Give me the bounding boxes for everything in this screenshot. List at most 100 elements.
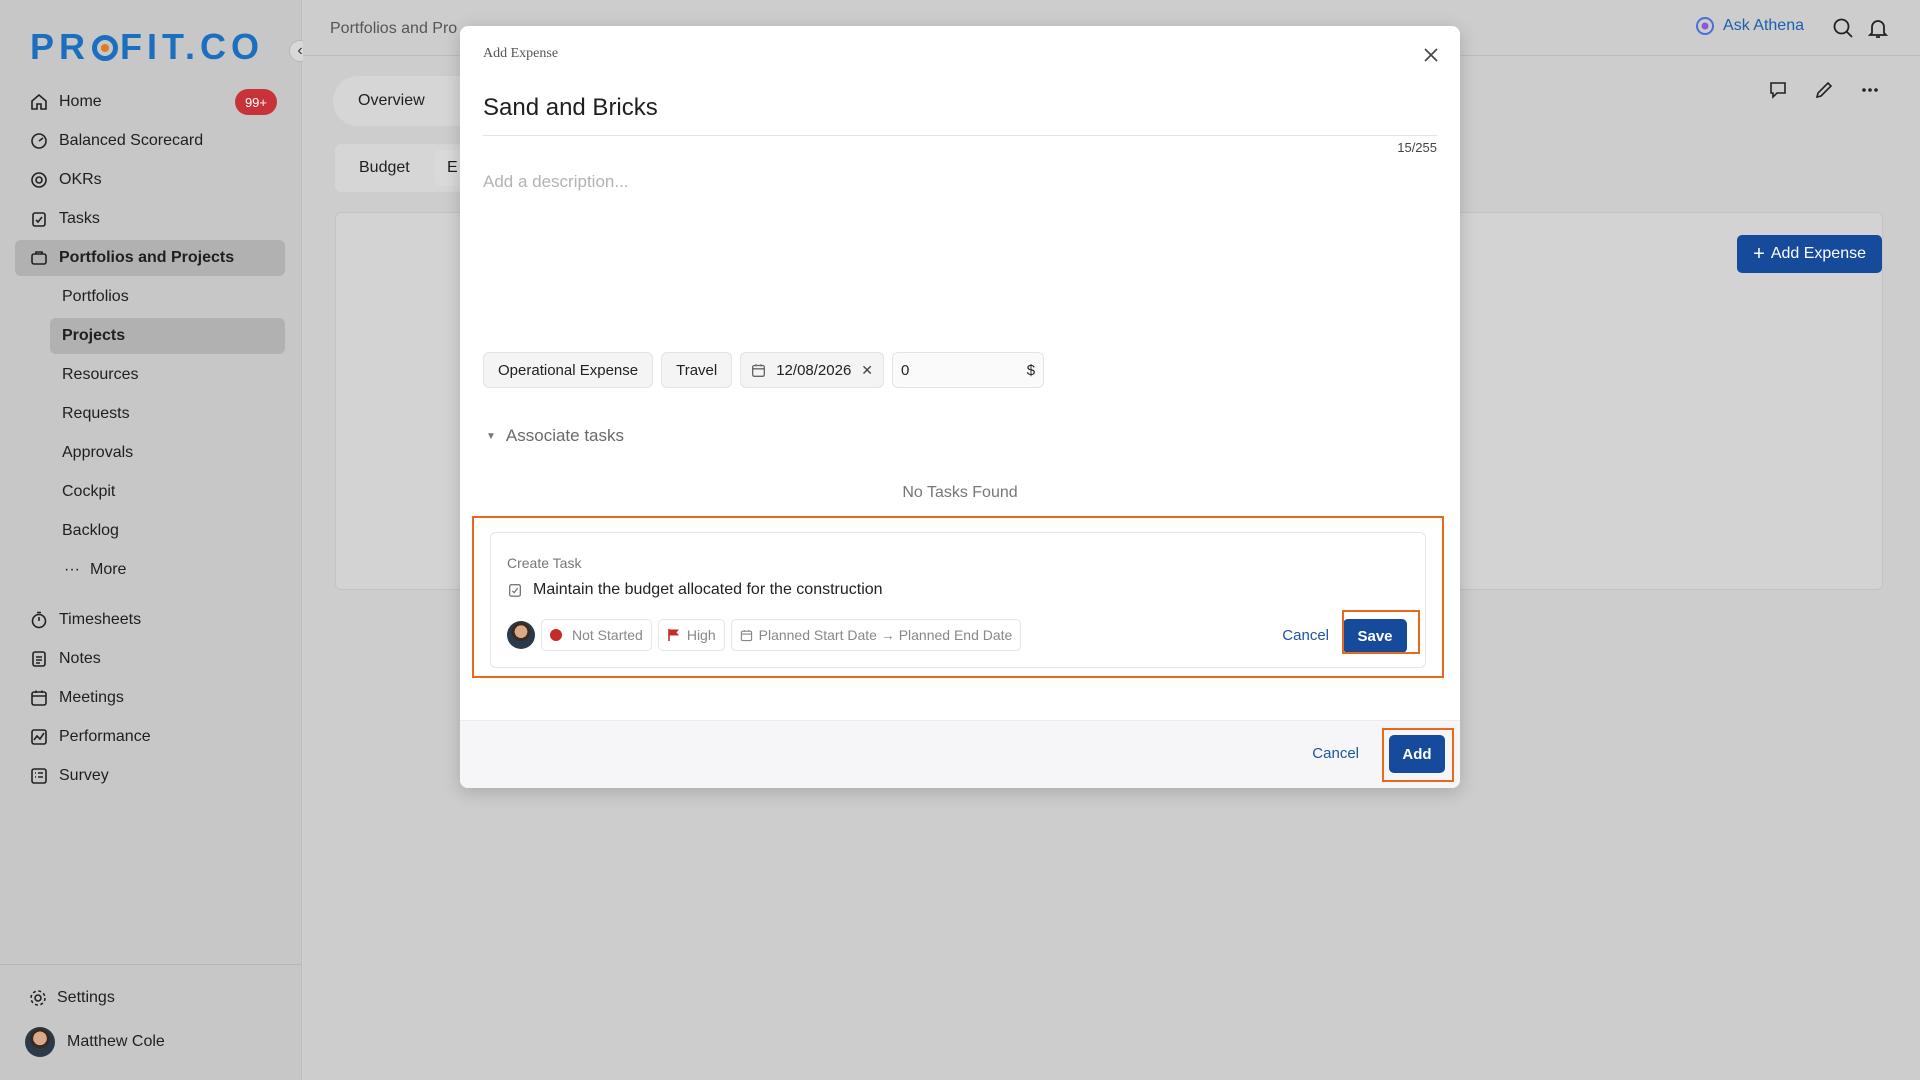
avatar [25, 1027, 55, 1057]
sidebar-item-label: More [90, 561, 127, 578]
sidebar-item-label: Portfolios [62, 288, 129, 305]
pencil-icon[interactable] [1814, 80, 1834, 100]
ask-athena-button[interactable]: Ask Athena [1695, 16, 1804, 36]
sidebar-item-portfolios-and-projects[interactable]: Portfolios and Projects [15, 240, 285, 276]
modal-footer: Cancel Add [460, 720, 1460, 788]
category-select[interactable]: Operational Expense [483, 352, 654, 388]
search-icon[interactable] [1832, 17, 1854, 39]
sidebar-subitem-more[interactable]: ··· More [50, 552, 285, 588]
chevron-left-icon: ‹ [297, 42, 303, 59]
sidebar-subitem-requests[interactable]: Requests [50, 396, 285, 432]
survey-icon [29, 766, 49, 786]
dates-label: Planned Start Date → Planned End Date [758, 627, 1013, 643]
chip-label: 12/08/2026 [776, 361, 852, 379]
plus-icon: + [1753, 242, 1765, 265]
app-logo[interactable]: PR FIT.CO [30, 26, 264, 68]
associate-tasks-toggle[interactable]: ▼ Associate tasks [486, 426, 624, 446]
breadcrumb[interactable]: Portfolios and Pro [330, 20, 457, 38]
section-label: Associate tasks [505, 426, 625, 445]
task-cancel-button[interactable]: Cancel [1282, 627, 1329, 644]
notification-badge: 99+ [234, 89, 277, 115]
gear-icon [29, 989, 47, 1007]
amount-value: 0 [901, 361, 910, 379]
amount-input[interactable]: 0 $ [892, 352, 1045, 388]
sidebar-subitem-portfolios[interactable]: Portfolios [50, 279, 285, 315]
clipboard-check-icon [29, 209, 49, 229]
nav-separator [15, 591, 285, 602]
modal-title: Add Expense [483, 46, 559, 61]
sidebar-item-label: Meetings [59, 689, 124, 706]
comment-icon[interactable] [1768, 80, 1788, 100]
sidebar-item-timesheets[interactable]: Timesheets [15, 602, 285, 638]
page-actions [1768, 80, 1880, 100]
sidebar-item-tasks[interactable]: Tasks [15, 201, 285, 237]
assignee-avatar[interactable] [507, 621, 535, 649]
sidebar-subitem-projects[interactable]: Projects [50, 318, 285, 354]
sidebar-subitem-backlog[interactable]: Backlog [50, 513, 285, 549]
priority-select[interactable]: High [657, 619, 725, 651]
currency-symbol: $ [1026, 361, 1036, 379]
chip-label: Operational Expense [498, 361, 639, 379]
task-checkbox-icon [507, 582, 523, 598]
sidebar-item-home[interactable]: Home 99+ [15, 84, 285, 120]
sidebar-item-label: Portfolios and Projects [59, 249, 235, 266]
sidebar-subitem-cockpit[interactable]: Cockpit [50, 474, 285, 510]
calendar-icon [751, 363, 766, 378]
status-select[interactable]: Not Started [541, 619, 652, 651]
sidebar-nav: Home 99+ Balanced Scorecard OKRs Tasks P… [15, 84, 285, 797]
tab-label: Overview [358, 92, 425, 109]
scorecard-icon [29, 131, 49, 151]
button-label: Add Expense [1770, 245, 1866, 262]
status-dot-icon [550, 629, 562, 641]
create-task-label: Create Task [507, 555, 582, 571]
add-expense-modal: Add Expense Sand and Bricks 15/255 Add a… [460, 26, 1460, 788]
sidebar-item-label: Projects [62, 327, 126, 344]
sidebar-item-label: Timesheets [59, 611, 142, 628]
sidebar-item-label: Tasks [59, 210, 100, 227]
sidebar: PR FIT.CO ‹ Home 99+ Balanced Scorecard O… [0, 0, 311, 1080]
sidebar-item-meetings[interactable]: Meetings [15, 680, 285, 716]
sidebar-subitem-approvals[interactable]: Approvals [50, 435, 285, 471]
chip-label: Travel [676, 361, 718, 379]
bell-icon[interactable] [1867, 17, 1889, 39]
sidebar-item-survey[interactable]: Survey [15, 758, 285, 794]
task-name-input[interactable]: Maintain the budget allocated for the co… [507, 581, 883, 599]
sidebar-item-balanced-scorecard[interactable]: Balanced Scorecard [15, 123, 285, 159]
sidebar-item-settings[interactable]: Settings [29, 989, 115, 1007]
stopwatch-icon [29, 610, 49, 630]
sidebar-item-notes[interactable]: Notes [15, 641, 285, 677]
flag-icon [667, 628, 681, 642]
cancel-button[interactable]: Cancel [1312, 745, 1359, 762]
notes-icon [29, 649, 49, 669]
task-meta: Not Started High Planned Start Date → Pl… [507, 619, 1022, 651]
date-picker[interactable]: 12/08/2026 ✕ [740, 352, 885, 388]
tab-budget[interactable]: Budget E [335, 144, 475, 192]
home-icon [29, 92, 49, 112]
user-profile[interactable]: Matthew Cole [25, 1027, 165, 1057]
performance-chart-icon [29, 727, 49, 747]
character-count: 15/255 [1397, 140, 1437, 155]
save-highlight [1342, 610, 1420, 654]
sidebar-item-label: Settings [57, 989, 115, 1006]
add-expense-button[interactable]: + Add Expense [1737, 235, 1882, 273]
description-input[interactable]: Add a description... [483, 172, 629, 192]
close-icon[interactable] [1422, 46, 1440, 64]
target-icon [29, 170, 49, 190]
task-name: Maintain the budget allocated for the co… [533, 581, 883, 598]
add-highlight [1382, 728, 1454, 782]
caret-down-icon: ▼ [486, 430, 496, 442]
priority-label: High [686, 627, 716, 643]
empty-state-text: No Tasks Found [902, 484, 1018, 501]
sidebar-item-label: Backlog [62, 522, 119, 539]
clear-date-icon[interactable]: ✕ [861, 362, 873, 379]
sub-category-select[interactable]: Travel [661, 352, 733, 388]
ask-athena-label: Ask Athena [1723, 17, 1804, 34]
sidebar-item-okrs[interactable]: OKRs [15, 162, 285, 198]
sidebar-item-performance[interactable]: Performance [15, 719, 285, 755]
more-options-icon[interactable] [1860, 80, 1880, 100]
planned-dates-picker[interactable]: Planned Start Date → Planned End Date [730, 619, 1022, 651]
sidebar-item-label: Home [59, 93, 102, 110]
expense-name-input[interactable]: Sand and Bricks [483, 94, 1437, 136]
sidebar-item-label: Performance [59, 728, 151, 745]
sidebar-subitem-resources[interactable]: Resources [50, 357, 285, 393]
